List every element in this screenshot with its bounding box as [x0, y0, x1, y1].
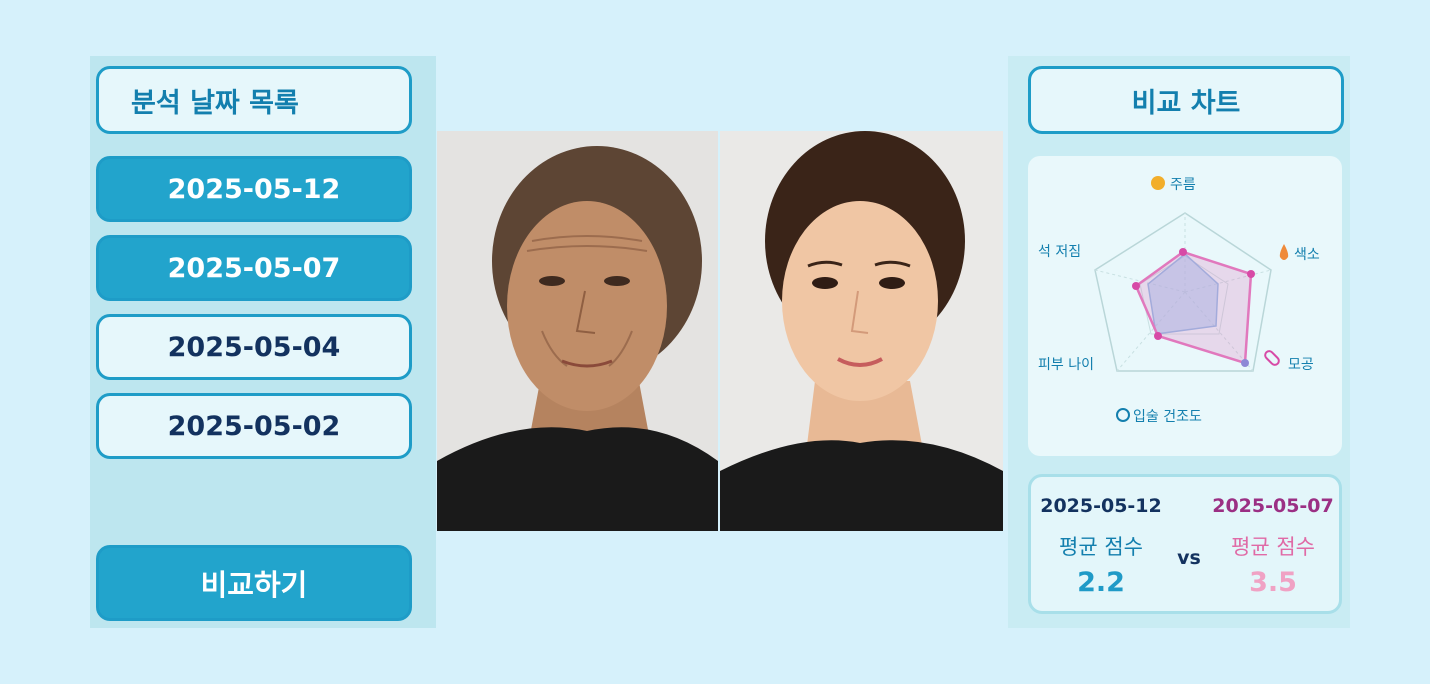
radar-axis-label: 입술 건조도	[1133, 409, 1202, 425]
radar-series-after	[1134, 250, 1253, 365]
radar-axis-label: 색소	[1294, 247, 1320, 263]
compare-button[interactable]: 비교하기	[96, 545, 412, 621]
comparison-chart-title: 비교 차트	[1028, 66, 1344, 134]
face-photo-before	[437, 131, 718, 531]
score-after-value: 3.5	[1249, 567, 1297, 598]
face-photo-comparison	[437, 131, 1003, 531]
score-after: 2025-05-07 평균 점수 3.5	[1203, 495, 1343, 598]
date-list-panel: 분석 날짜 목록 2025-05-12 2025-05-07 2025-05-0…	[90, 56, 436, 628]
radar-axis-label: 모공	[1288, 357, 1314, 373]
date-item-2025-05-07[interactable]: 2025-05-07	[96, 235, 412, 301]
lip-icon	[1116, 408, 1130, 422]
vs-label: vs	[1177, 547, 1201, 569]
date-item-2025-05-04[interactable]: 2025-05-04	[96, 314, 412, 380]
radar-chart: 주름 색소 모공 입술 건조도 피부 나이 석 저짐	[1038, 176, 1320, 425]
date-item-2025-05-02[interactable]: 2025-05-02	[96, 393, 412, 459]
radar-axis-label: 석 저짐	[1038, 244, 1081, 260]
score-before: 2025-05-12 평균 점수 2.2	[1031, 495, 1171, 598]
pigment-drop-icon	[1279, 244, 1289, 260]
radar-axis-label: 주름	[1170, 177, 1196, 193]
wrinkle-icon	[1151, 176, 1165, 190]
radar-point	[1179, 248, 1187, 256]
date-item-2025-05-12[interactable]: 2025-05-12	[96, 156, 412, 222]
score-after-label: 평균 점수	[1231, 535, 1315, 559]
radar-point	[1241, 359, 1249, 367]
radar-axis-label: 피부 나이	[1038, 357, 1094, 373]
radar-point	[1247, 270, 1255, 278]
score-before-date: 2025-05-12	[1040, 495, 1162, 517]
score-before-label: 평균 점수	[1059, 535, 1143, 559]
pore-icon	[1264, 350, 1280, 366]
face-photo-after	[720, 131, 1003, 531]
radar-chart-card: 주름 색소 모공 입술 건조도 피부 나이 석 저짐	[1028, 156, 1342, 456]
radar-point	[1132, 282, 1140, 290]
score-before-value: 2.2	[1077, 567, 1125, 598]
score-after-date: 2025-05-07	[1212, 495, 1334, 517]
score-comparison-card: 2025-05-12 평균 점수 2.2 vs 2025-05-07 평균 점수…	[1028, 474, 1342, 614]
date-list-title: 분석 날짜 목록	[96, 66, 412, 134]
radar-point	[1154, 332, 1162, 340]
comparison-chart-panel: 비교 차트 주름 색소 모공 입술 건조도 피부 나이 석 저짐 2025-05…	[1008, 56, 1350, 628]
